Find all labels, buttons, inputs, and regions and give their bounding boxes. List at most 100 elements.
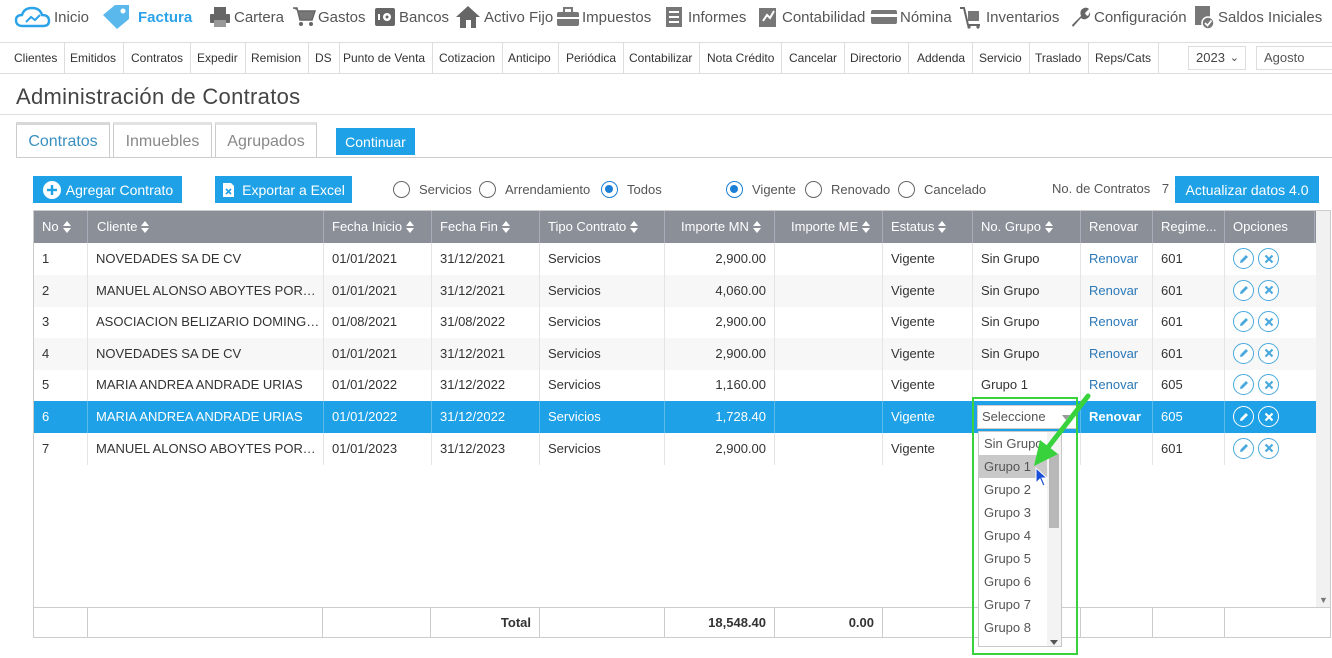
delete-x-icon[interactable] (1258, 342, 1279, 364)
col-tipo-contrato[interactable]: Tipo Contrato (540, 211, 665, 243)
filter-todos-radio[interactable]: Todos (601, 180, 662, 198)
renew-link[interactable]: Renovar (1089, 346, 1138, 361)
renew-link[interactable]: Renovar (1089, 314, 1138, 329)
nav-inventarios[interactable]: Inventarios (958, 4, 1059, 30)
update-data-button[interactable]: Actualizar datos 4.0 (1175, 176, 1319, 203)
nav-activo-fijo[interactable]: Activo Fijo (454, 4, 553, 30)
table-row[interactable]: 4 NOVEDADES SA DE CV 01/01/2021 31/12/2021 S… (34, 337, 1316, 370)
nav-nomina[interactable]: Nómina (870, 4, 952, 30)
edit-pencil-icon[interactable] (1233, 248, 1254, 269)
subnav-punto-de-venta[interactable]: Punto de Venta (336, 43, 434, 73)
table-row[interactable]: 3 ASOCIACION BELIZARIO DOMINGUE... 01/08/2… (34, 306, 1316, 339)
filter-vigente-radio[interactable]: Vigente (726, 180, 796, 198)
edit-pencil-icon[interactable] (1233, 406, 1254, 427)
tab-contratos[interactable]: Contratos (16, 122, 110, 158)
table-row[interactable]: 5 MARIA ANDREA ANDRADE URIAS 01/01/2022 31/… (34, 369, 1316, 402)
top-navigation: Inicio Factura Cartera Gastos Bancos Act… (0, 0, 1332, 38)
table-row[interactable]: 7 MANUEL ALONSO ABOYTES PORTILLO 01/01/202… (34, 432, 1316, 465)
col-importe-me[interactable]: Importe ME (775, 211, 883, 243)
nav-saldos-iniciales[interactable]: Saldos Iniciales (1192, 4, 1322, 30)
nav-inicio[interactable]: Inicio (14, 4, 89, 30)
subnav-anticipo[interactable]: Anticipo (501, 43, 559, 73)
col-regimen[interactable]: Regime... (1153, 211, 1225, 243)
col-label: Regime... (1161, 219, 1217, 234)
cell-renovar: Renovar (1081, 337, 1153, 370)
edit-pencil-icon[interactable] (1233, 342, 1254, 364)
tab-agrupados[interactable]: Agrupados (215, 122, 317, 158)
col-importe-mn[interactable]: Importe MN (665, 211, 775, 243)
edit-pencil-icon[interactable] (1233, 311, 1254, 333)
nav-factura[interactable]: Factura (100, 4, 192, 30)
cell-fin: 31/12/2022 (432, 369, 540, 402)
nav-configuracion[interactable]: Configuración (1068, 4, 1187, 30)
nav-informes[interactable]: Informes (662, 4, 746, 30)
cell-cliente: MARIA ANDREA ANDRADE URIAS (88, 369, 324, 402)
col-cliente[interactable]: Cliente (89, 211, 324, 243)
col-no-grupo[interactable]: No. Grupo (973, 211, 1081, 243)
renew-link[interactable]: Renovar (1089, 251, 1138, 266)
col-no[interactable]: No (34, 211, 88, 243)
table-scrollbar[interactable]: ▼ (1316, 211, 1330, 607)
col-label: No (42, 219, 59, 234)
delete-x-icon[interactable] (1258, 437, 1279, 459)
edit-pencil-icon[interactable] (1233, 279, 1254, 301)
delete-x-icon[interactable] (1258, 374, 1279, 396)
subnav-periodica[interactable]: Periódica (559, 43, 625, 73)
delete-x-icon[interactable] (1258, 406, 1279, 427)
cell-me (775, 306, 883, 339)
nav-gastos[interactable]: Gastos (292, 4, 366, 30)
filter-cancelado-radio[interactable]: Cancelado (898, 180, 986, 198)
subnav-ds[interactable]: DS (308, 43, 340, 73)
subnav-contabilizar[interactable]: Contabilizar (622, 43, 701, 73)
delete-x-icon[interactable] (1258, 248, 1279, 269)
edit-pencil-icon[interactable] (1233, 437, 1254, 459)
cell-renovar: Renovar (1081, 306, 1153, 339)
subnav-remision[interactable]: Remision (244, 43, 310, 73)
plus-circle-icon (42, 180, 62, 200)
renew-link[interactable]: Renovar (1089, 283, 1138, 298)
table-row-selected[interactable]: 6 MARIA ANDREA ANDRADE URIAS 01/01/2022 31/… (34, 401, 1316, 433)
subnav-expedir[interactable]: Expedir (190, 43, 246, 73)
subnav-directorio[interactable]: Directorio (843, 43, 910, 73)
col-fecha-fin[interactable]: Fecha Fin (432, 211, 540, 243)
delete-x-icon[interactable] (1258, 311, 1279, 333)
subnav-cancelar[interactable]: Cancelar (782, 43, 846, 73)
subnav-clientes[interactable]: Clientes (7, 43, 66, 73)
nav-contabilidad[interactable]: Contabilidad (756, 4, 865, 30)
subnav-cotizacion[interactable]: Cotizacion (432, 43, 504, 73)
filter-arrendamiento-radio[interactable]: Arrendamiento (479, 180, 590, 198)
subnav-servicio[interactable]: Servicio (972, 43, 1030, 73)
house-icon (454, 5, 482, 29)
export-excel-button[interactable]: Exportar a Excel (215, 176, 352, 203)
month-select[interactable]: Agosto (1256, 46, 1332, 70)
nav-impuestos[interactable]: Impuestos (556, 4, 651, 30)
col-label: Importe MN (681, 219, 749, 234)
col-fecha-inicio[interactable]: Fecha Inicio (324, 211, 432, 243)
mouse-cursor-icon (1035, 467, 1049, 487)
nav-label: Impuestos (582, 8, 652, 26)
ledger-icon (756, 5, 780, 29)
subnav-emitidos[interactable]: Emitidos (63, 43, 125, 73)
subnav-reps-cats[interactable]: Reps/Cats (1088, 43, 1160, 73)
table-row[interactable]: 1 NOVEDADES SA DE CV 01/01/2021 31/12/2021 S… (34, 243, 1316, 275)
cell-no: 2 (34, 274, 88, 307)
table-row[interactable]: 2 MANUEL ALONSO ABOYTES PORTILLO 01/01/202… (34, 274, 1316, 307)
tab-inmuebles[interactable]: Inmuebles (113, 122, 212, 158)
renew-link[interactable]: Renovar (1089, 377, 1138, 392)
filter-servicios-radio[interactable]: Servicios (393, 180, 472, 198)
edit-pencil-icon[interactable] (1233, 374, 1254, 396)
filter-renovado-radio[interactable]: Renovado (805, 180, 890, 198)
nav-cartera[interactable]: Cartera (208, 4, 284, 30)
renew-link[interactable]: Renovar (1089, 409, 1141, 424)
col-estatus[interactable]: Estatus (883, 211, 973, 243)
year-select[interactable]: 2023 ⌄ (1188, 46, 1246, 70)
nav-bancos[interactable]: Bancos (373, 4, 449, 30)
cell-mn: 2,900.00 (665, 432, 775, 465)
subnav-contratos[interactable]: Contratos (124, 43, 192, 73)
subnav-addenda[interactable]: Addenda (910, 43, 974, 73)
subnav-traslado[interactable]: Traslado (1028, 43, 1090, 73)
delete-x-icon[interactable] (1258, 279, 1279, 301)
add-contract-button[interactable]: Agregar Contrato (33, 176, 182, 203)
continue-button[interactable]: Continuar (336, 128, 415, 155)
subnav-nota-credito[interactable]: Nota Crédito (700, 43, 783, 73)
